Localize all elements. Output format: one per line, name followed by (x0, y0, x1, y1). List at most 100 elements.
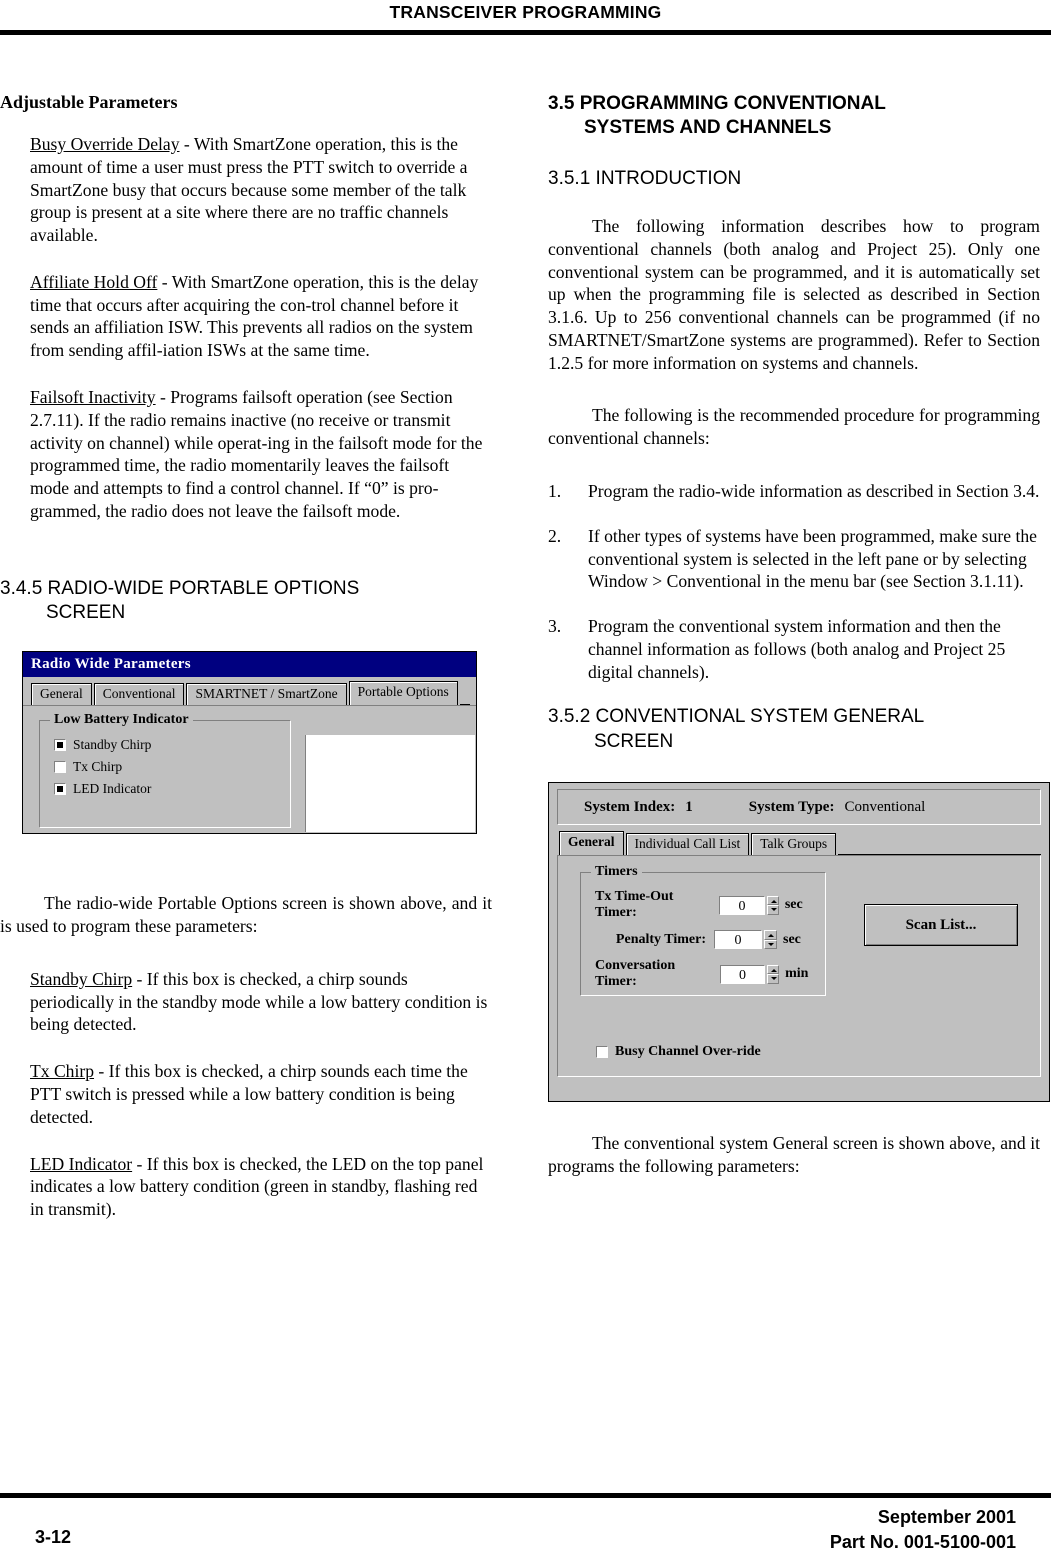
subsection-number: 3.5.2 (548, 706, 591, 728)
scan-list-button[interactable]: Scan List... (864, 904, 1018, 947)
tab-smartnet-smartzone[interactable]: SMARTNET / SmartZone (186, 683, 347, 706)
list-number: 3. (548, 616, 562, 637)
param-busy-override-delay: Busy Override Delay - With SmartZone ope… (30, 133, 492, 247)
list-text: If other types of systems have been prog… (588, 525, 1037, 592)
radio-wide-tabrow: General Conventional SMARTNET / SmartZon… (23, 677, 476, 706)
checkbox-icon[interactable] (54, 739, 66, 752)
section-3-5-2-heading: 3.5.2 CONVENTIONAL SYSTEM GENERAL SCREEN (548, 705, 1040, 754)
checkbox-label: Tx Chirp (73, 759, 123, 775)
section-3-4-5-heading: 3.4.5 RADIO-WIDE PORTABLE OPTIONS SCREEN (0, 577, 492, 626)
timer-unit: sec (784, 897, 803, 913)
penalty-timer-spinner[interactable] (764, 930, 777, 950)
conversation-timer-input[interactable]: 0 (719, 964, 765, 984)
tx-timeout-input[interactable]: 0 (719, 895, 765, 915)
checkbox-icon[interactable] (54, 761, 66, 774)
timer-label: Penalty Timer: (615, 931, 706, 947)
checkbox-led-indicator[interactable]: LED Indicator (54, 781, 280, 797)
timer-row-conversation: Conversation Timer: 0 min (595, 958, 815, 990)
param-text: - Programs failsoft operation (see Secti… (30, 387, 483, 521)
tab-individual-call-list[interactable]: Individual Call List (625, 833, 750, 856)
tab-talk-groups[interactable]: Talk Groups (751, 833, 837, 856)
param-term: LED Indicator (30, 1153, 133, 1174)
timer-row-penalty: Penalty Timer: 0 sec (595, 930, 815, 950)
section-number: 3.5 (548, 93, 575, 114)
checkbox-label: LED Indicator (73, 781, 152, 797)
param-tx-chirp: Tx Chirp - If this box is checked, a chi… (30, 1060, 492, 1128)
checkbox-standby-chirp[interactable]: Standby Chirp (54, 737, 280, 753)
window-title: Radio Wide Parameters (31, 656, 191, 673)
part-number: Part No. 001-5100-001 (829, 1531, 1016, 1552)
page-header-title: TRANSCEIVER PROGRAMMING (389, 2, 662, 22)
param-term: Standby Chirp (30, 968, 133, 989)
timer-label: Tx Time-Out Timer: (595, 889, 674, 921)
list-number: 2. (548, 525, 562, 546)
list-text: Program the conventional system informat… (588, 616, 1006, 682)
list-text: Program the radio-wide information as de… (588, 480, 1040, 501)
param-term: Tx Chirp (30, 1061, 95, 1082)
radio-wide-figure-caption: The radio-wide Portable Options screen i… (0, 893, 492, 937)
left-column: Adjustable Parameters Busy Override Dela… (0, 92, 492, 1245)
section-number: 3.4.5 (0, 577, 43, 599)
tab-general[interactable]: General (559, 831, 624, 856)
page-number: 3-12 (35, 1527, 72, 1547)
tx-timeout-spinner[interactable] (766, 895, 779, 915)
radio-wide-panel-body: Low Battery Indicator Standby Chirp Tx C… (23, 705, 476, 834)
list-item: 3. Program the conventional system inform… (548, 615, 1040, 683)
timers-group: Timers Tx Time-Out Timer: 0 sec Penalty … (580, 864, 826, 997)
checkbox-busy-channel-override[interactable]: Busy Channel Over-ride (596, 1044, 761, 1060)
panel-empty-area (305, 735, 475, 833)
conversation-timer-spinner[interactable] (766, 964, 780, 984)
list-item: 1. Program the radio-wide information as … (548, 480, 1040, 503)
checkbox-icon[interactable] (54, 783, 66, 796)
system-header-bar: System Index: 1 System Type: Conventiona… (557, 789, 1041, 826)
param-term: Failsoft Inactivity (30, 387, 156, 408)
window-titlebar: Radio Wide Parameters (23, 652, 476, 678)
figure-conventional-general: System Index: 1 System Type: Conventiona… (548, 782, 1050, 1103)
param-led-indicator: LED Indicator - If this box is checked, … (30, 1153, 492, 1221)
section-title-line2: SCREEN (46, 602, 126, 624)
penalty-timer-input[interactable]: 0 (714, 930, 762, 950)
list-number: 1. (548, 480, 562, 501)
radio-wide-window: Radio Wide Parameters General Convention… (22, 651, 477, 835)
figure-radio-wide-parameters: Radio Wide Parameters General Convention… (22, 651, 477, 866)
group-title: Low Battery Indicator (50, 712, 193, 729)
group-title: Timers (591, 864, 642, 881)
timer-row-tx-timeout: Tx Time-Out Timer: 0 sec (595, 889, 815, 921)
conventional-tabrow: General Individual Call List Talk Groups (549, 825, 1049, 856)
tabrow-filler (459, 681, 470, 706)
param-term: Affiliate Hold Off (30, 271, 158, 292)
tab-conventional[interactable]: Conventional (93, 683, 185, 706)
system-type-value: Conventional (844, 798, 926, 815)
tab-portable-options[interactable]: Portable Options (348, 681, 458, 706)
checkbox-label: Busy Channel Over-ride (615, 1044, 761, 1060)
procedure-lead-paragraph: The following is the recommended procedu… (548, 405, 1040, 449)
timer-label: Conversation Timer: (595, 958, 676, 990)
checkbox-icon[interactable] (596, 1046, 608, 1059)
section-title-line1: RADIO-WIDE PORTABLE OPTIONS (47, 577, 360, 599)
checkbox-tx-chirp[interactable]: Tx Chirp (54, 759, 280, 775)
tab-general[interactable]: General (31, 683, 92, 706)
checkbox-label: Standby Chirp (73, 737, 152, 753)
system-index-label: System Index: (584, 798, 676, 815)
list-item: 2. If other types of systems have been pr… (548, 525, 1040, 593)
subsection-title: INTRODUCTION (595, 167, 742, 189)
section-3-5-heading: 3.5 PROGRAMMING CONVENTIONAL SYSTEMS AND… (548, 92, 1040, 141)
footer-divider (0, 1493, 1051, 1498)
param-affiliate-hold-off: Affiliate Hold Off - With SmartZone oper… (30, 271, 492, 362)
param-term: Busy Override Delay (30, 134, 180, 154)
document-page: TRANSCEIVER PROGRAMMING Adjustable Param… (0, 0, 1051, 1564)
subsection-title-line2: SCREEN (594, 730, 674, 752)
section-3-5-1-heading: 3.5.1 INTRODUCTION (548, 167, 1040, 191)
intro-paragraph: The following information describes how … (548, 215, 1040, 373)
tabrow-filler (838, 831, 1041, 856)
param-text: - If this box is checked, a chirp sounds… (30, 1061, 468, 1127)
timer-unit: sec (783, 931, 801, 947)
procedure-list: 1. Program the radio-wide information as … (548, 480, 1040, 683)
adjustable-parameters-heading: Adjustable Parameters (0, 92, 178, 112)
conventional-panel-body: Timers Tx Time-Out Timer: 0 sec Penalty … (557, 855, 1041, 1078)
section-title-line1: PROGRAMMING CONVENTIONAL (579, 93, 886, 114)
header-divider (0, 30, 1051, 35)
section-title-line2: SYSTEMS AND CHANNELS (584, 117, 832, 139)
conventional-figure-caption: The conventional system General screen i… (548, 1133, 1040, 1176)
param-failsoft-inactivity: Failsoft Inactivity - Programs failsoft … (30, 386, 492, 523)
